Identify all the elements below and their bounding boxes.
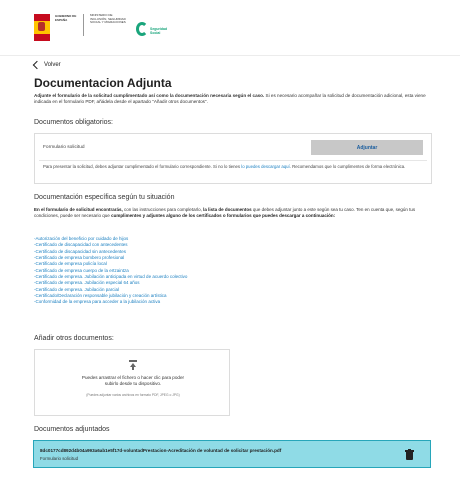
dropzone-text: Puedes arrastrar el fichero o hacer clic… (35, 375, 231, 387)
government-text: GOBIERNO DE ESPAÑA (55, 14, 77, 22)
seguridad-social-text: Seguridad Social (150, 27, 168, 35)
seguridad-social-logo: Seguridad Social (136, 18, 176, 42)
especifica-heading: Documentación específica según tu situac… (34, 194, 175, 201)
file-dropzone[interactable]: Puedes arrastrar el fichero o hacer clic… (34, 349, 230, 416)
upload-icon (129, 360, 137, 370)
download-form-link[interactable]: lo puedes descargar aquí (241, 164, 290, 169)
site-header: GOBIERNO DE ESPAÑA MINISTERIO DE INCLUSI… (0, 0, 460, 56)
especifica-intro-1: En el formulario de solicitud encontrará… (34, 207, 123, 212)
ministry-text: MINISTERIO DE INCLUSIÓN, SEGURIDAD SOCIA… (90, 13, 126, 25)
back-label: Volver (44, 62, 61, 68)
attach-button[interactable]: Adjuntar (311, 140, 423, 155)
attached-file-card: 8dc0177cd892d4b04a993a6ab1e5f17d-volunta… (33, 440, 431, 468)
attached-file-name: 8dc0177cd892d4b04a993a6ab1e5f17d-volunta… (40, 448, 282, 453)
page-title: Documentacion Adjunta (34, 76, 172, 90)
adjuntados-heading: Documentos adjuntados (34, 426, 110, 433)
help-text-before: Para presentar la solicitud, debes adjun… (43, 164, 242, 169)
dropzone-line-1: Puedes arrastrar el fichero o hacer clic… (81, 375, 185, 380)
coat-of-arms-icon (38, 22, 45, 31)
certificate-list: -Autorización del beneficio por cuidado … (34, 236, 187, 306)
government-logo: GOBIERNO DE ESPAÑA MINISTERIO DE INCLUSI… (34, 13, 146, 44)
certificate-link[interactable]: -Conformidad de la empresa para acceder … (34, 299, 187, 305)
form-label: Formulario solicitud (43, 145, 85, 150)
divider (39, 160, 427, 161)
especifica-intro: En el formulario de solicitud encontrará… (34, 207, 432, 220)
seguridad-social-icon (136, 22, 148, 36)
dropzone-hint: (Puedes adjuntar varios archivos en form… (86, 393, 180, 397)
otros-heading: Añadir otros documentos: (34, 335, 114, 342)
help-text-after: . Recomendamos que lo cumplimentes de fo… (289, 164, 406, 169)
obligatorios-heading: Documentos obligatorios: (34, 119, 113, 126)
especifica-intro-3: la lista de documentos (203, 207, 252, 212)
trash-icon[interactable] (405, 449, 414, 460)
attached-file-type: Formulario solicitud (40, 456, 79, 461)
chevron-left-icon (32, 60, 42, 70)
intro-text: Adjunte el formulario de la solicitud cu… (34, 93, 426, 106)
especifica-intro-2: con las instrucciones para completarlo, (122, 207, 204, 212)
intro-bold: Adjunte el formulario de la solicitud cu… (34, 93, 265, 98)
especifica-intro-5: cumplimentes y adjuntes alguno de los ce… (111, 213, 336, 219)
dropzone-line-2: subirlo desde tu dispositivo. (104, 381, 162, 386)
obligatorios-panel: Formulario solicitud Adjuntar Para prese… (34, 133, 432, 184)
back-link[interactable]: Volver (32, 60, 61, 70)
form-help-text: Para presentar la solicitud, debes adjun… (43, 164, 423, 170)
